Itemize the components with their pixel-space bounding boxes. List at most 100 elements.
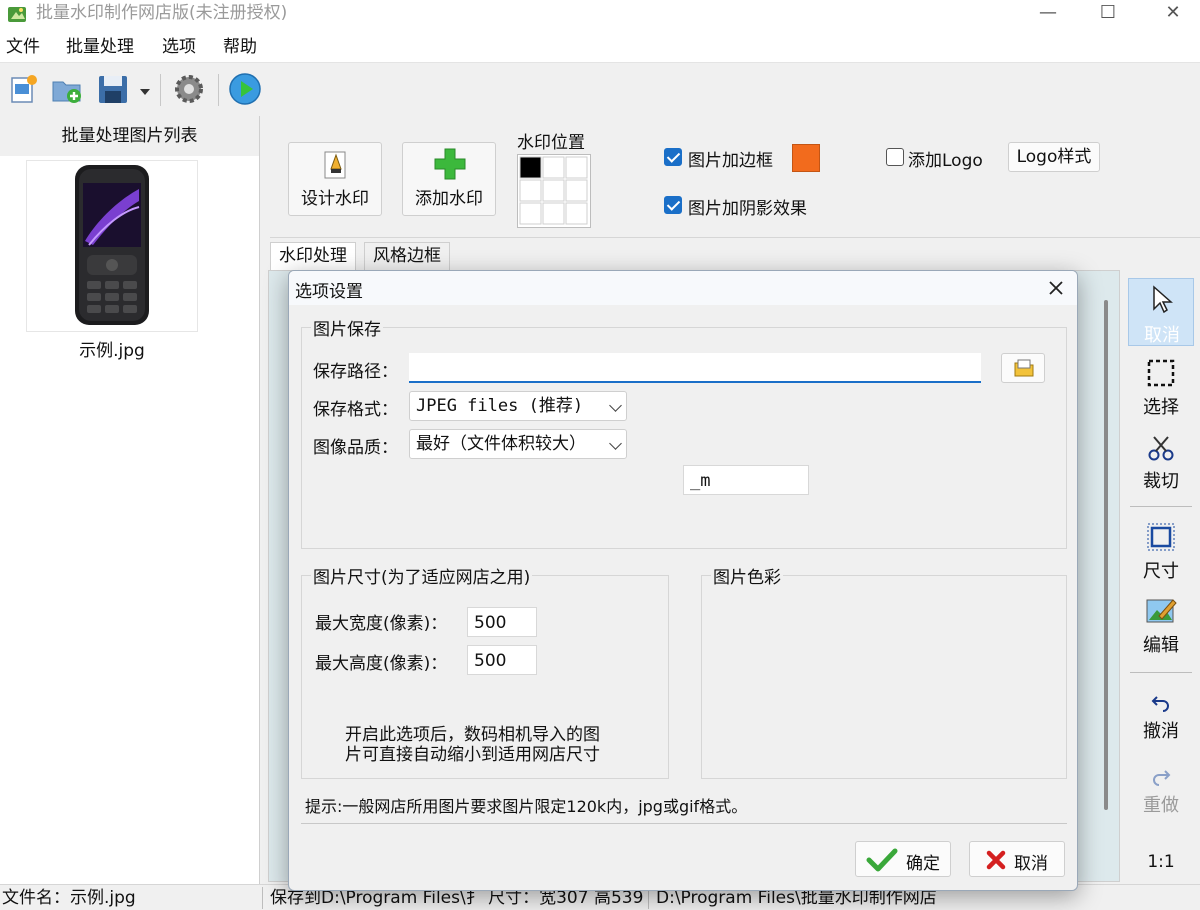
design-watermark-button[interactable]: 设计水印 (288, 142, 382, 216)
cancel-button-label: 取消 (1014, 854, 1048, 874)
new-file-icon[interactable] (6, 72, 40, 106)
menu-batch[interactable]: 批量处理 (66, 36, 134, 58)
logo-checkbox-label: 添加Logo (908, 151, 983, 171)
sidebar-crop-label: 裁切 (1143, 471, 1179, 492)
sidebar-size-label: 尺寸 (1143, 561, 1179, 582)
save-icon[interactable] (96, 72, 130, 106)
image-thumbnail[interactable] (26, 160, 198, 332)
add-watermark-button[interactable]: 添加水印 (402, 142, 496, 216)
open-folder-icon[interactable] (50, 72, 84, 106)
zoom-ratio-label[interactable]: 1:1 (1128, 852, 1194, 872)
tab-watermark[interactable]: 水印处理 (270, 242, 356, 270)
image-edit-icon (1146, 599, 1177, 623)
image-quality-select[interactable]: 最好（文件体积较大） (409, 429, 627, 459)
sidebar-redo-label: 重做 (1143, 795, 1179, 816)
sidebar-edit-button[interactable]: 编辑 (1128, 596, 1194, 657)
checkmark-icon (866, 848, 898, 872)
tab-style-border[interactable]: 风格边框 (364, 242, 450, 270)
dialog-title-bar: 选项设置 (289, 271, 1077, 305)
design-watermark-label: 设计水印 (301, 189, 369, 209)
size-note-line1: 开启此选项后，数码相机导入的图 (345, 725, 600, 745)
save-group-title: 图片保存 (311, 315, 383, 340)
border-color-swatch[interactable] (792, 144, 820, 172)
max-height-label: 最大高度(像素)： (315, 654, 448, 674)
options-dialog: 选项设置 图片保存 保存路径： 保存格式： JPEG files (推荐) 图像… (288, 270, 1078, 891)
save-format-value: JPEG files (推荐) (416, 396, 584, 416)
resize-square-icon (1147, 523, 1175, 551)
dialog-divider (301, 823, 1067, 824)
hint-text: 提示:一般网店所用图片要求图片限定120k内，jpg或gif格式。 (305, 797, 748, 816)
dialog-title: 选项设置 (295, 282, 363, 302)
settings-gear-icon[interactable] (172, 72, 206, 106)
max-width-label: 最大宽度(像素)： (315, 614, 448, 634)
preview-scrollbar[interactable] (1104, 300, 1108, 810)
menu-help[interactable]: 帮助 (223, 36, 257, 58)
cancel-button[interactable]: 取消 (969, 841, 1065, 877)
sidebar-select-label: 选择 (1143, 397, 1179, 418)
sidebar-select-button[interactable]: 选择 (1128, 358, 1194, 419)
watermark-position-grid[interactable] (517, 154, 591, 228)
save-path-input[interactable] (409, 353, 981, 383)
sidebar-undo-button[interactable]: 撤消 (1128, 694, 1194, 743)
image-quality-value: 最好（文件体积较大） (416, 434, 586, 454)
dialog-close-icon[interactable] (1041, 275, 1071, 301)
sidebar-crop-button[interactable]: 裁切 (1128, 434, 1194, 493)
sidebar-cancel-button[interactable]: 取消 (1128, 278, 1194, 346)
undo-arrow-icon (1151, 696, 1169, 712)
chevron-down-icon (609, 399, 622, 412)
ok-button[interactable]: 确定 (855, 841, 951, 877)
menu-options[interactable]: 选项 (162, 36, 196, 58)
watermark-options-panel: 设计水印 添加水印 水印位置 图片加边框 图片加阴影效果 添加Logo Logo… (270, 116, 1200, 238)
window-title: 批量水印制作网店版(未注册授权) (36, 3, 288, 23)
toolbar (0, 64, 1200, 116)
logo-style-button[interactable]: Logo样式 (1008, 142, 1100, 172)
red-x-icon (986, 850, 1006, 870)
add-watermark-label: 添加水印 (415, 189, 483, 209)
sidebar-edit-label: 编辑 (1143, 635, 1179, 656)
maximize-button[interactable]: ☐ (1085, 0, 1131, 30)
border-checkbox[interactable] (664, 148, 682, 166)
save-format-select[interactable]: JPEG files (推荐) (409, 391, 627, 421)
title-bar: 批量水印制作网店版(未注册授权) — ☐ ✕ (0, 0, 1200, 30)
pen-document-icon (324, 151, 346, 179)
save-path-label: 保存路径： (313, 362, 398, 382)
filename-suffix-input[interactable]: _m (683, 465, 809, 495)
watermark-position-label: 水印位置 (517, 133, 585, 153)
image-list-header: 批量处理图片列表 (0, 116, 259, 156)
sidebar-redo-button[interactable]: 重做 (1128, 768, 1194, 817)
logo-checkbox[interactable] (886, 148, 904, 166)
scissors-icon (1148, 436, 1174, 461)
size-group-title: 图片尺寸(为了适应网店之用) (311, 563, 533, 588)
dashed-selection-icon (1147, 359, 1175, 387)
status-separator (262, 887, 263, 909)
run-play-icon[interactable] (228, 72, 262, 106)
menu-bar: 文件 批量处理 选项 帮助 (0, 30, 1200, 63)
toolbar-separator (160, 74, 161, 106)
status-filename-label: 文件名： (2, 888, 70, 908)
folder-icon (1014, 359, 1034, 377)
sidebar-size-button[interactable]: 尺寸 (1128, 522, 1194, 583)
chevron-down-icon (609, 437, 622, 450)
close-window-button[interactable]: ✕ (1150, 0, 1196, 30)
ok-button-label: 确定 (906, 854, 940, 874)
border-checkbox-label: 图片加边框 (688, 151, 773, 171)
sidebar-undo-label: 撤消 (1143, 721, 1179, 742)
size-note-line2: 片可直接自动缩小到适用网店尺寸 (345, 745, 600, 765)
max-height-input[interactable]: 500 (467, 645, 537, 675)
sidebar-separator (1130, 506, 1192, 507)
color-settings-group (701, 575, 1067, 779)
max-width-input[interactable]: 500 (467, 607, 537, 637)
save-dropdown-icon[interactable] (138, 84, 152, 98)
image-list-panel: 批量处理图片列表 示例.jpg (0, 116, 260, 884)
image-quality-label: 图像品质： (313, 438, 398, 458)
status-filename: 示例.jpg (70, 888, 136, 908)
color-group-title: 图片色彩 (711, 563, 783, 588)
app-icon (6, 3, 28, 25)
minimize-button[interactable]: — (1025, 0, 1071, 30)
menu-file[interactable]: 文件 (6, 36, 40, 58)
shadow-checkbox[interactable] (664, 196, 682, 214)
sidebar-cancel-label: 取消 (1144, 325, 1180, 346)
shadow-checkbox-label: 图片加阴影效果 (688, 199, 807, 219)
toolbar-separator (218, 74, 219, 106)
browse-folder-button[interactable] (1001, 353, 1045, 383)
